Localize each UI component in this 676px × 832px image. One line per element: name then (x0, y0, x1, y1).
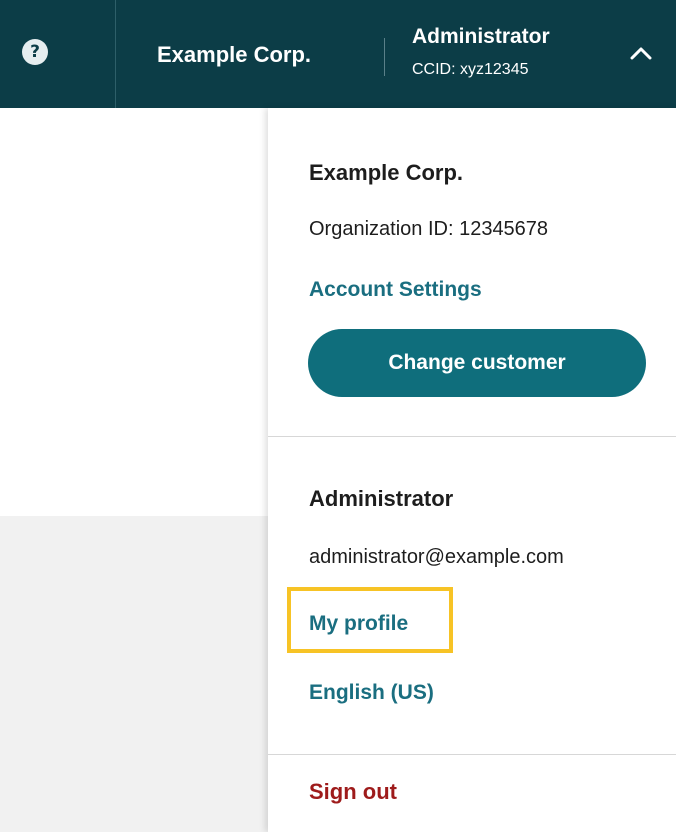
header-divider (115, 0, 116, 108)
sign-out-link[interactable]: Sign out (309, 779, 397, 805)
change-customer-button[interactable]: Change customer (308, 329, 646, 397)
organization-id: Organization ID: 12345678 (309, 218, 549, 240)
account-settings-link[interactable]: Account Settings (309, 278, 482, 302)
background-panel (0, 516, 268, 832)
chevron-up-icon[interactable] (630, 46, 652, 60)
user-email: administrator@example.com (309, 546, 564, 568)
page: ? Example Corp. Administrator CCID: xyz1… (0, 0, 676, 832)
menu-divider (268, 436, 676, 437)
help-icon[interactable]: ? (22, 39, 48, 65)
menu-divider (268, 754, 676, 755)
top-navigation-bar: ? Example Corp. Administrator CCID: xyz1… (0, 0, 676, 108)
header-divider (384, 38, 385, 76)
header-user-role[interactable]: Administrator (412, 25, 550, 49)
my-profile-link[interactable]: My profile (309, 612, 408, 636)
dropdown-user-role: Administrator (309, 486, 454, 511)
account-dropdown-menu: Example Corp. Organization ID: 12345678 … (268, 108, 676, 832)
header-org-name[interactable]: Example Corp. (157, 42, 311, 68)
language-link[interactable]: English (US) (309, 681, 434, 705)
header-ccid: CCID: xyz12345 (412, 61, 529, 78)
dropdown-org-name: Example Corp. (309, 160, 464, 185)
